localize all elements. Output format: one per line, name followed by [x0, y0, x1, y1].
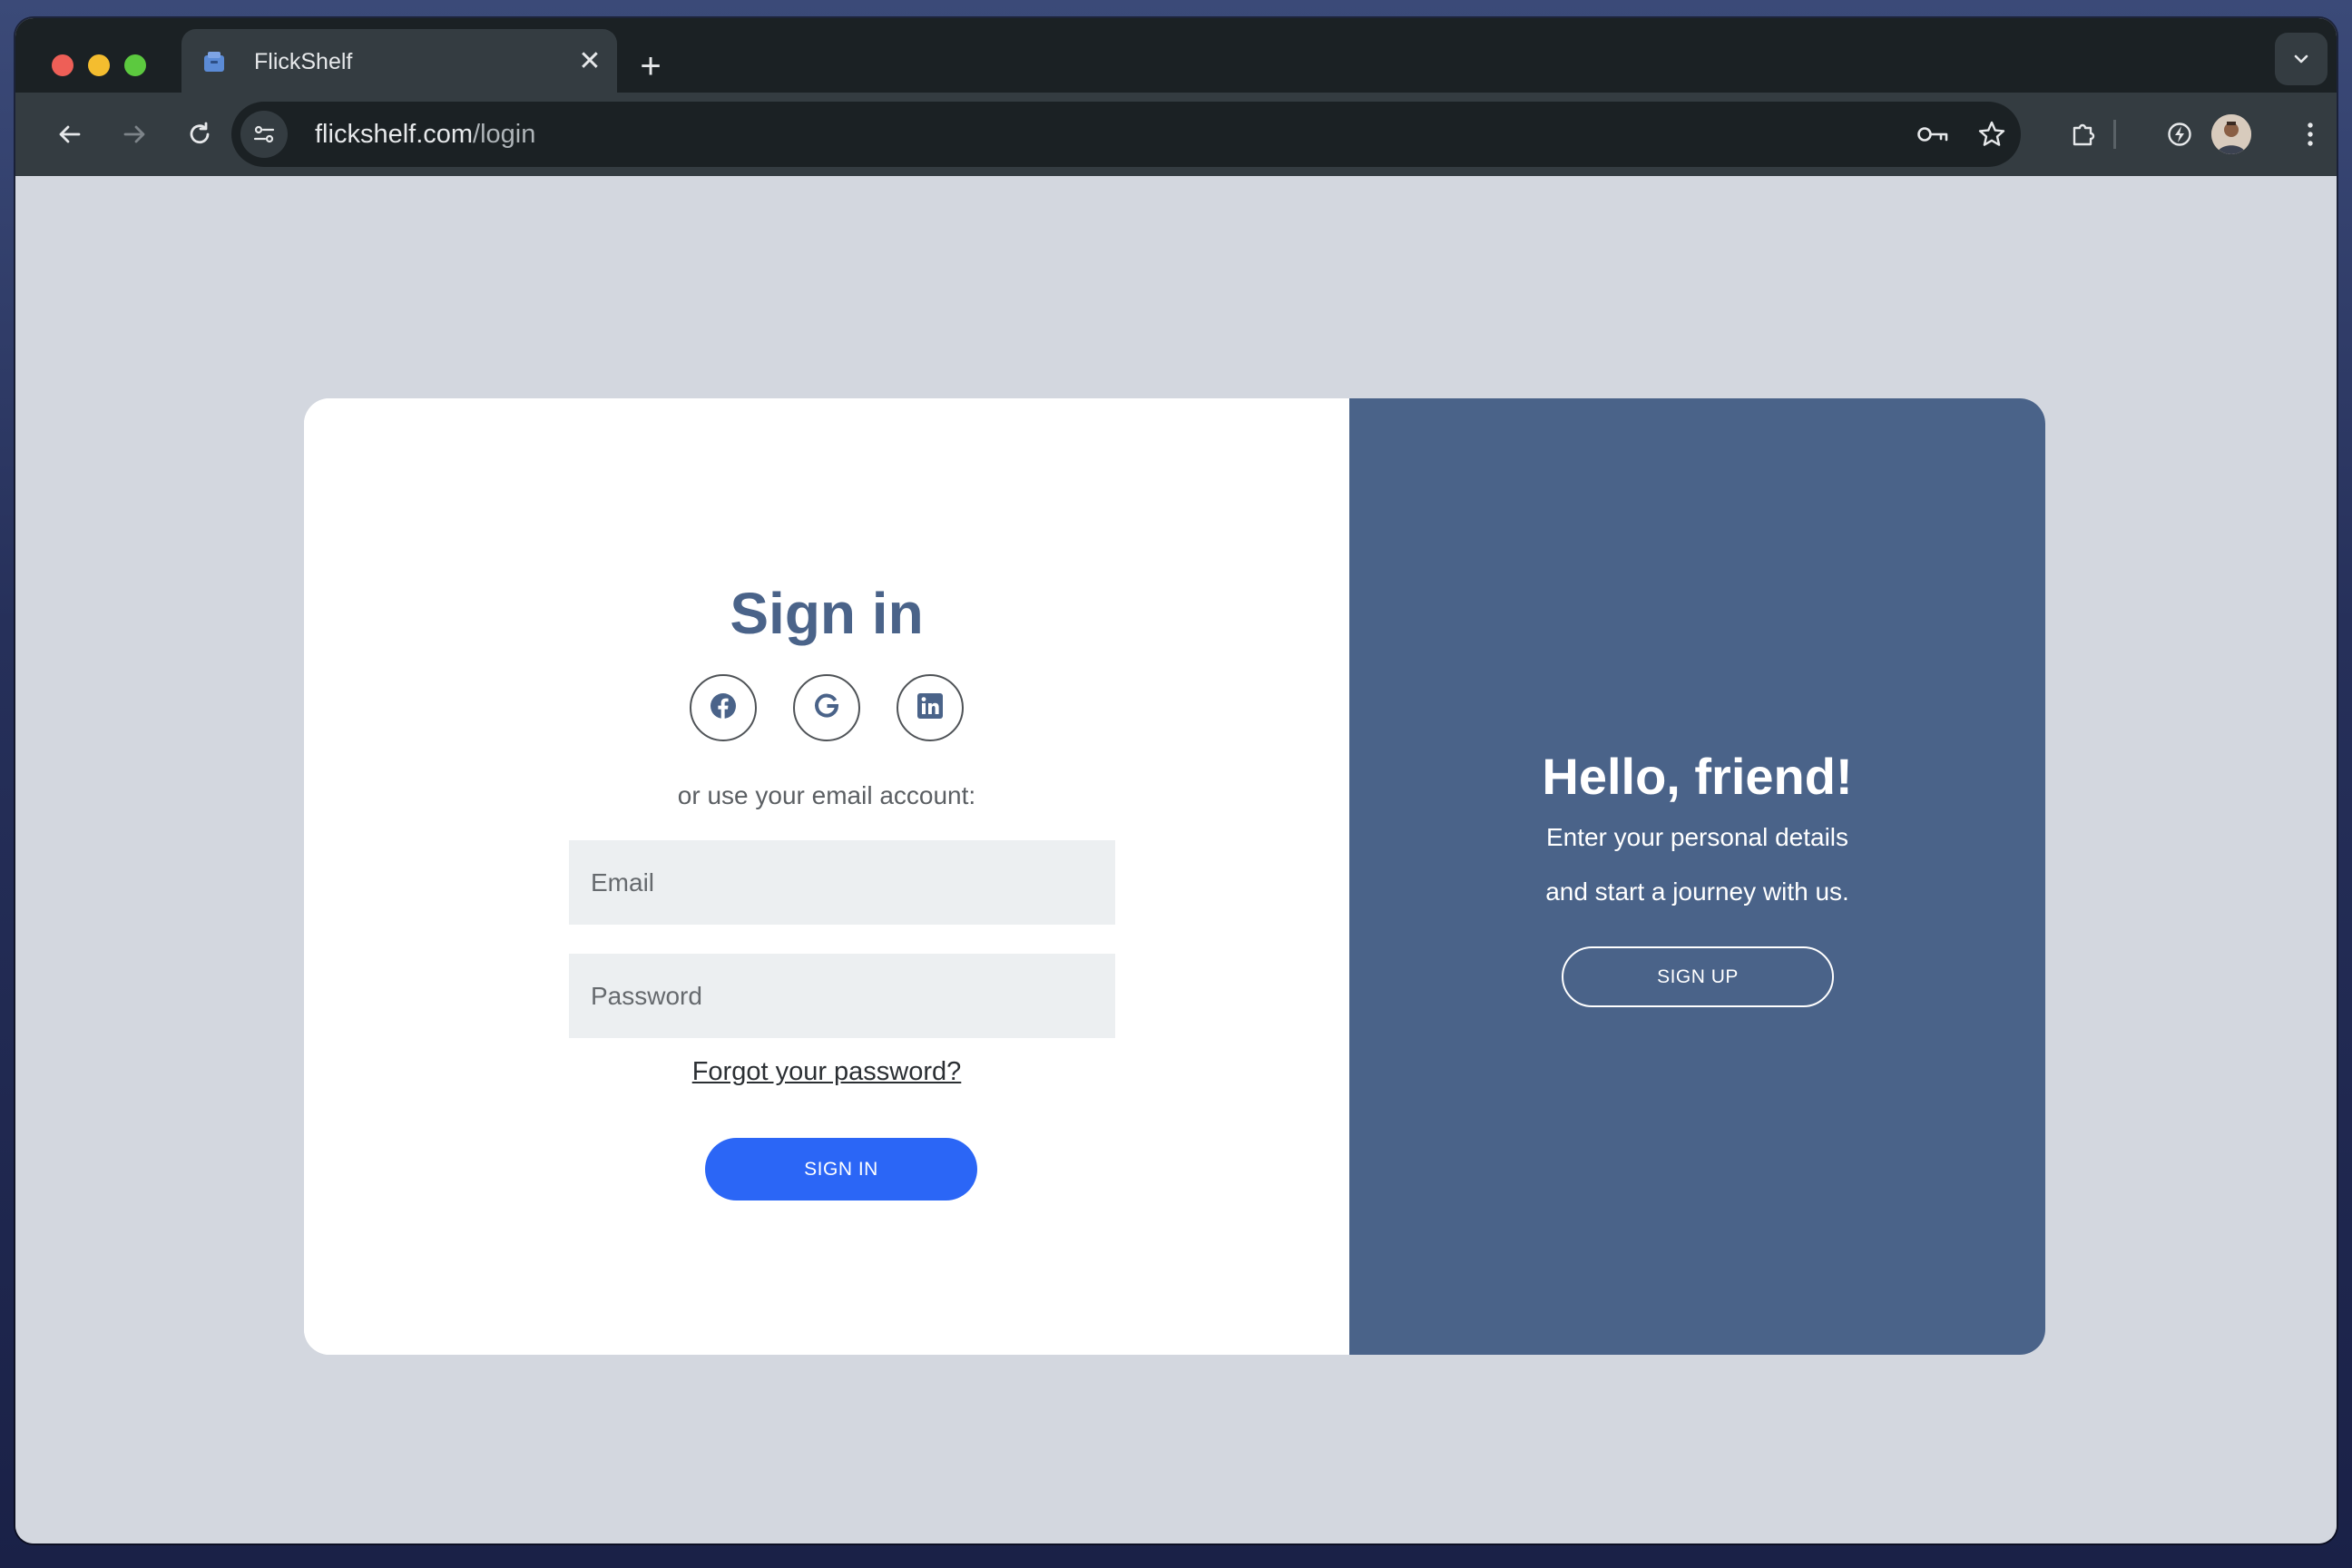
facebook-icon [710, 692, 737, 724]
signin-button[interactable]: SIGN IN [705, 1138, 977, 1200]
profile-avatar[interactable] [2211, 114, 2251, 154]
browser-toolbar: flickshelf.com/login [15, 93, 2337, 176]
google-login-button[interactable] [793, 674, 860, 741]
tab-strip: FlickShelf ✕ + [15, 18, 2337, 94]
performance-icon[interactable] [2159, 113, 2200, 155]
url-host: flickshelf.com [315, 120, 474, 149]
extensions-icon[interactable] [2063, 113, 2104, 155]
bookmark-star-icon[interactable] [1971, 113, 2013, 155]
url-path: /login [473, 120, 536, 149]
linkedin-icon [916, 692, 944, 724]
hello-text-line2: and start a journey with us. [1545, 877, 1849, 906]
email-field[interactable] [569, 840, 1115, 925]
forgot-password-container: Forgot your password? [304, 1057, 1349, 1087]
forward-icon[interactable] [113, 113, 155, 155]
email-alternative-text: or use your email account: [677, 781, 976, 809]
zoom-window-button[interactable] [124, 54, 146, 76]
site-settings-icon[interactable] [240, 111, 288, 158]
hello-text-line1: Enter your personal details [1545, 823, 1849, 851]
signup-promo-panel: Hello, friend! Enter your personal detai… [1349, 398, 2045, 1355]
minimize-window-button[interactable] [88, 54, 110, 76]
browser-window: FlickShelf ✕ + flickshelf.com/login Sign… [15, 18, 2337, 1544]
new-tab-button[interactable]: + [632, 48, 669, 85]
signup-button[interactable]: SIGN UP [1562, 946, 1834, 1007]
address-bar[interactable]: flickshelf.com/login [231, 102, 2021, 167]
more-menu-icon[interactable] [2289, 113, 2331, 155]
back-icon[interactable] [49, 113, 91, 155]
signin-title: Sign in [730, 581, 924, 646]
password-key-icon[interactable] [1912, 113, 1954, 155]
page-viewport: Sign in or use your email account: Email… [15, 176, 2337, 1544]
tab-title: FlickShelf [254, 49, 353, 74]
auth-card: Sign in or use your email account: Email… [304, 398, 2045, 1355]
tab-search-chevron-icon[interactable] [2275, 33, 2328, 85]
social-login-row [304, 674, 1349, 741]
facebook-login-button[interactable] [690, 674, 757, 741]
tab-flickshelf[interactable]: FlickShelf ✕ [181, 29, 617, 94]
forgot-password-link[interactable]: Forgot your password? [692, 1057, 962, 1086]
reload-icon[interactable] [179, 113, 220, 155]
url-text[interactable]: flickshelf.com/login [315, 102, 535, 167]
signin-panel: Sign in or use your email account: Email… [304, 398, 1349, 1355]
hello-title: Hello, friend! [1542, 748, 1853, 805]
linkedin-login-button[interactable] [897, 674, 964, 741]
folder-icon [201, 49, 227, 74]
toolbar-divider [2113, 120, 2116, 149]
tab-close-icon[interactable]: ✕ [573, 45, 606, 78]
password-field[interactable] [569, 954, 1115, 1038]
close-window-button[interactable] [52, 54, 74, 76]
google-icon [813, 692, 840, 724]
